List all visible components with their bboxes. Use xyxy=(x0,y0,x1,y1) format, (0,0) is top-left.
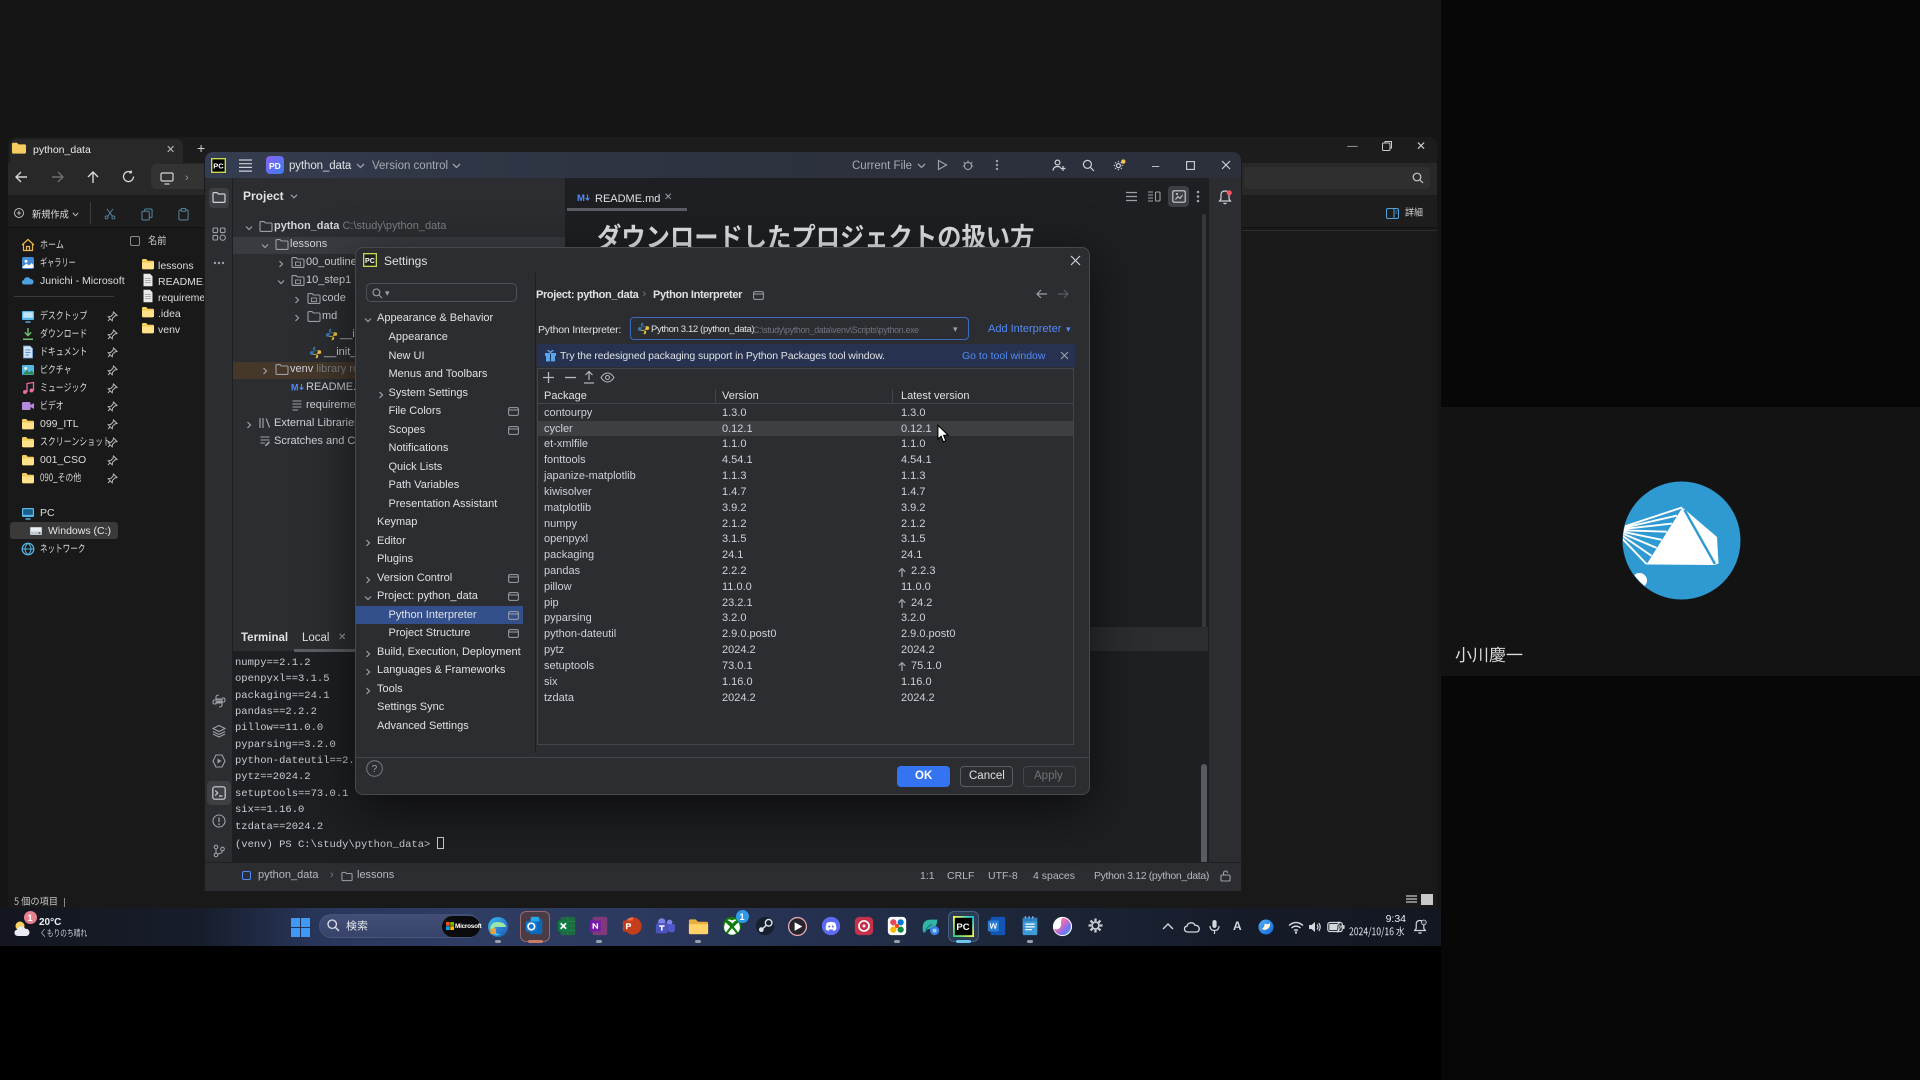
svg-text:PC: PC xyxy=(213,162,224,171)
svg-text:PC: PC xyxy=(365,258,375,265)
svg-text:?: ? xyxy=(372,764,378,775)
svg-text:M: M xyxy=(577,193,585,203)
svg-text:PC: PC xyxy=(956,922,969,933)
svg-text:M: M xyxy=(291,383,299,393)
